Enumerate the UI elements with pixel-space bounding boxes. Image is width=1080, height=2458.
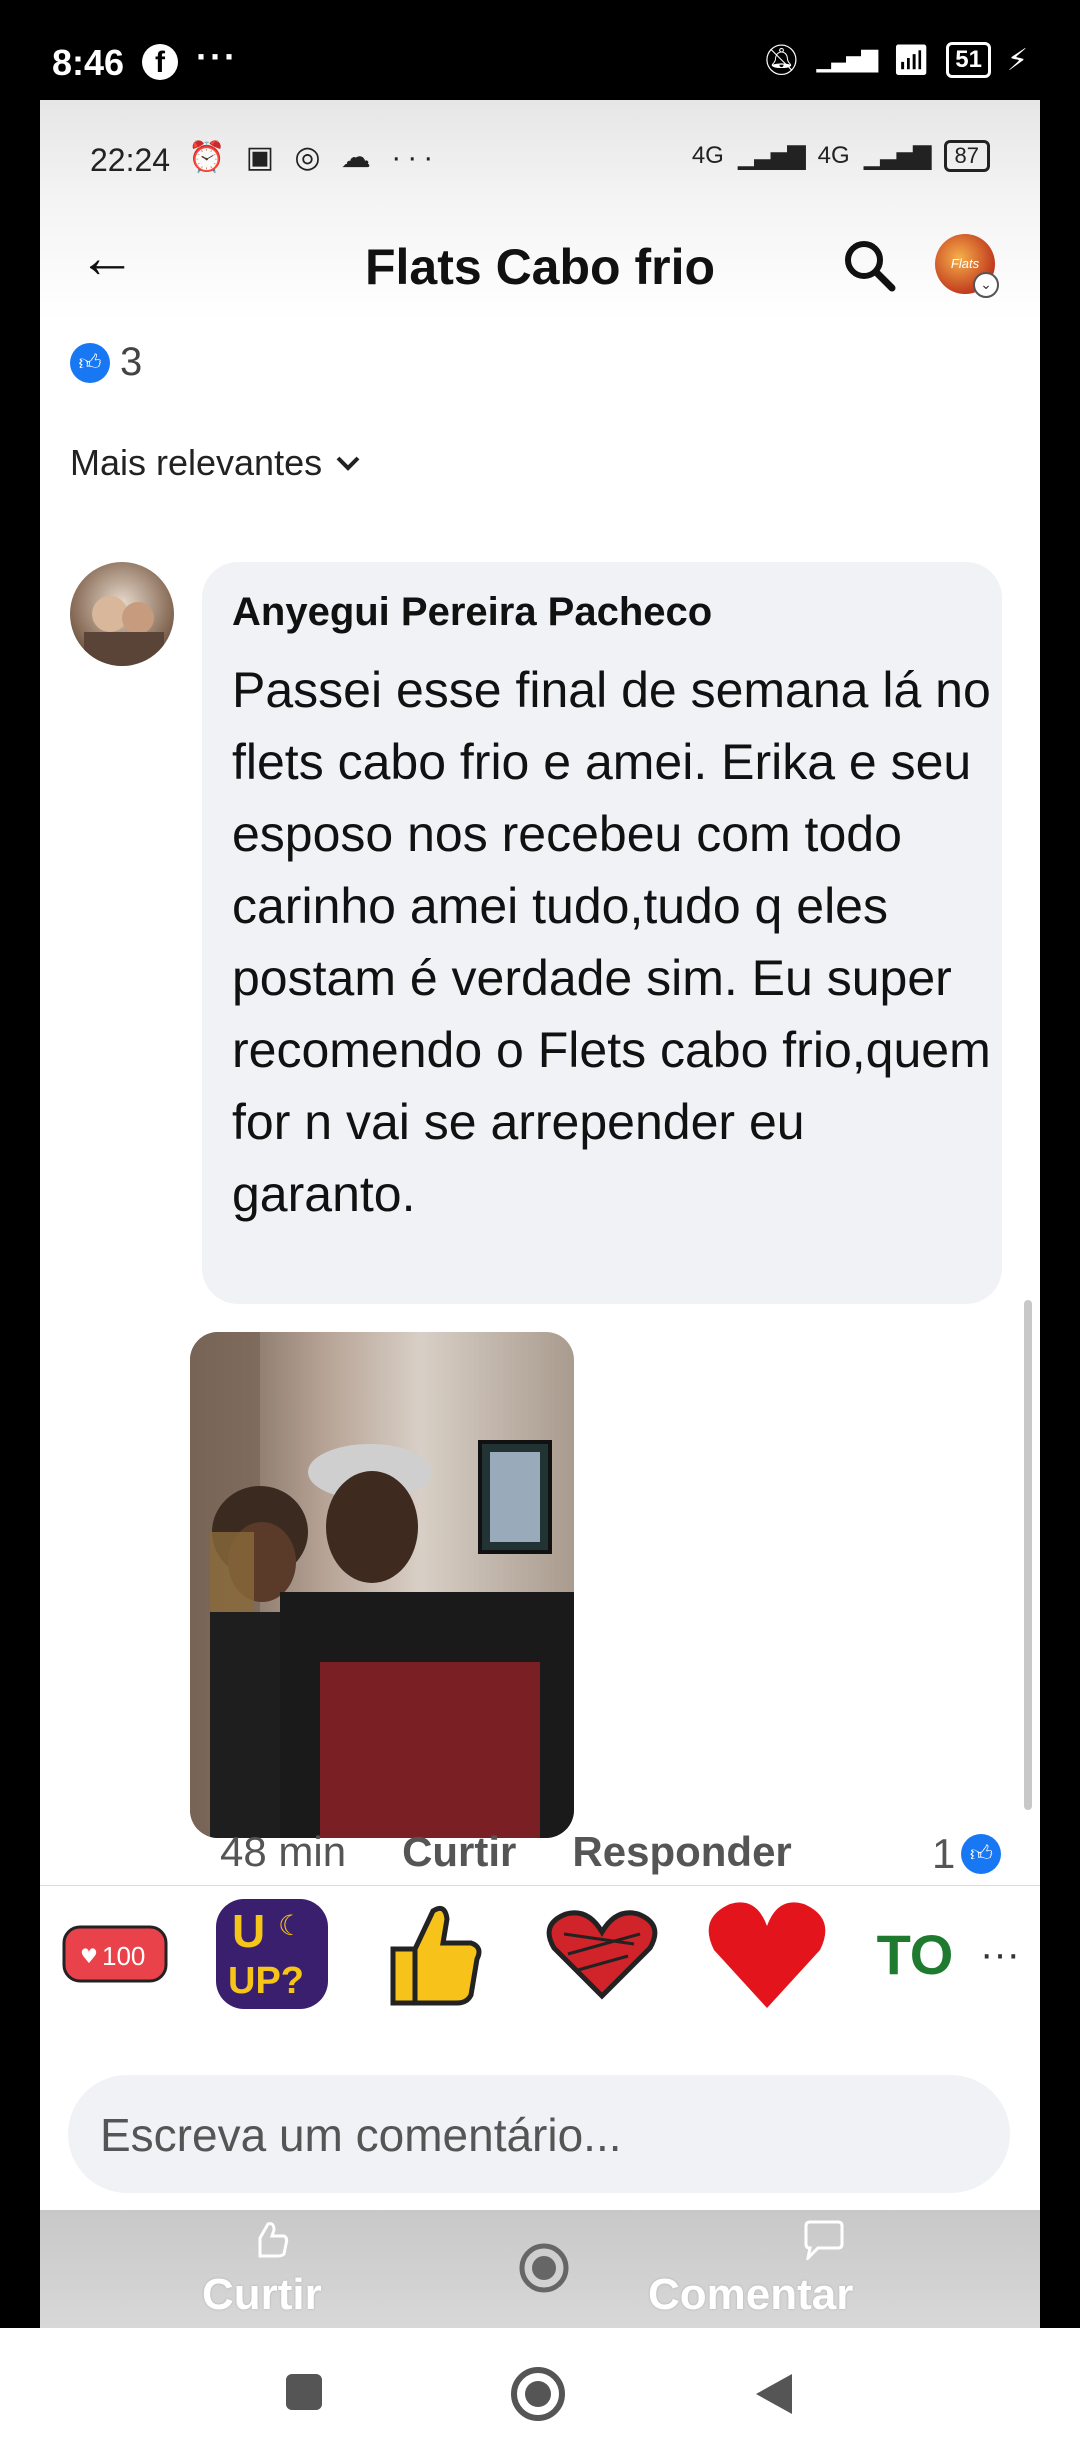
reply-button[interactable]: Responder [572, 1828, 791, 1876]
sticker-100-text: 100 [102, 1941, 145, 1971]
like-reaction-icon: 👍︎ [70, 342, 110, 383]
outer-status-icons: 🔕︎ ▁▃▅▇ 📶︎ 51 ⚡︎ [762, 42, 1028, 78]
search-icon[interactable] [840, 236, 898, 294]
svg-text:♥: ♥ [80, 1944, 98, 1968]
network-4g-label: 4G [691, 142, 724, 169]
outer-clock: 8:46 [52, 42, 125, 83]
like-outline-icon [258, 2222, 289, 2258]
comment-post-button[interactable]: Comentar [648, 2270, 853, 2320]
scribble-heart-sticker[interactable] [540, 1904, 664, 2004]
to-sticker-text: TO [876, 1922, 954, 1986]
inner-battery-icon: 87 [943, 140, 990, 172]
sticker-tray: ♥ 100 U ☾ UP? TO ··· [40, 1885, 1040, 2018]
charging-icon: ⚡︎ [1006, 43, 1028, 77]
mute-bell-icon: 🔕︎ [762, 43, 801, 77]
network-4g-label-2: 4G [817, 142, 850, 169]
sticker-100-badge[interactable]: ♥ 100 [60, 1904, 170, 2004]
comment-author[interactable]: Anyegui Pereira Pacheco [232, 590, 712, 635]
comment-photo[interactable] [190, 1332, 574, 1838]
comment-outline-icon [804, 2220, 844, 2260]
comment-like-number: 1 [932, 1830, 956, 1877]
like-comment-button[interactable]: Curtir [402, 1828, 516, 1876]
more-notifications-icon: ··· [196, 36, 238, 77]
comment-like-count[interactable]: 1 👍︎ [932, 1830, 1002, 1878]
sticker-u-up[interactable]: U ☾ UP? [212, 1899, 332, 2009]
comment-bubble: Anyegui Pereira Pacheco Passei esse fina… [202, 562, 1002, 1304]
signal-icon: ▁▃▅▇ [816, 47, 878, 72]
screenshot-frame: 22:24 ⏰ ▣ ◎ ☁ ··· 4G ▁▃▅▇ 4G ▁▃▅▇ 87 ← F… [40, 100, 1040, 2328]
avatar-photo [84, 596, 164, 666]
sticker-u-text: U [232, 1905, 265, 1957]
signal-icon-2: ▁▃▅▇ [863, 142, 932, 170]
home-button-icon[interactable] [508, 2364, 568, 2424]
comment-text: Passei esse final de semana lá no flets … [232, 662, 991, 1222]
thumbs-up-sticker[interactable] [380, 1904, 490, 2006]
facebook-notification-icon: f [142, 44, 178, 80]
avatar[interactable] [70, 562, 174, 666]
back-triangle-icon[interactable] [752, 2370, 796, 2418]
like-reaction-icon: 👍︎ [961, 1834, 1002, 1874]
reaction-count: 3 [120, 340, 143, 384]
wifi-icon: 📶︎ [892, 43, 931, 77]
like-post-button[interactable]: Curtir [202, 2270, 322, 2320]
comment-composer[interactable] [68, 2075, 1010, 2195]
more-stickers-icon[interactable]: ··· [970, 1904, 1030, 2004]
comment-actions: 48 min Curtir Responder [220, 1828, 792, 1876]
inner-home-button-icon [519, 2243, 569, 2293]
inner-notification-icons: ⏰ ▣ ◎ ☁ ··· [188, 141, 440, 174]
comment-input[interactable] [98, 2075, 982, 2195]
to-sticker[interactable]: TO [870, 1904, 960, 2004]
svg-text:☾: ☾ [278, 1909, 303, 1942]
red-heart-sticker[interactable] [702, 1902, 832, 2008]
more-stickers-label: ··· [980, 1931, 1020, 1976]
comment-time: 48 min [220, 1828, 347, 1875]
system-navigation-bar [0, 2328, 1080, 2458]
reactions-summary[interactable]: 👍︎ 3 [70, 340, 142, 385]
inner-status-bar: 22:24 ⏰ ▣ ◎ ☁ ··· 4G ▁▃▅▇ 4G ▁▃▅▇ 87 [40, 100, 1040, 200]
sort-label: Mais relevantes [70, 442, 323, 483]
chevron-down-icon[interactable]: ⌄ [973, 272, 999, 298]
outer-status-bar: 8:46 f ··· 🔕︎ ▁▃▅▇ 📶︎ 51 ⚡︎ [0, 0, 1080, 100]
inner-bottom-action-bar: Curtir Comentar [40, 2210, 1040, 2328]
signal-icon: ▁▃▅▇ [737, 142, 806, 170]
recent-apps-icon[interactable] [282, 2370, 326, 2414]
inner-clock: 22:24 [90, 142, 171, 178]
comment-sort-dropdown[interactable]: Mais relevantes [70, 442, 360, 484]
chevron-down-icon [336, 456, 360, 471]
inner-status-icons: 4G ▁▃▅▇ 4G ▁▃▅▇ 87 [692, 140, 990, 172]
couple-photo [190, 1332, 574, 1838]
page-header: ← Flats Cabo frio Flats ⌄ [40, 200, 1040, 320]
battery-icon: 51 [946, 42, 991, 78]
page-avatar-label: Flats [950, 256, 980, 271]
page-avatar[interactable]: Flats ⌄ [935, 234, 999, 298]
sticker-up-text: UP? [228, 1960, 304, 2002]
scrollbar[interactable] [1024, 1300, 1032, 1810]
